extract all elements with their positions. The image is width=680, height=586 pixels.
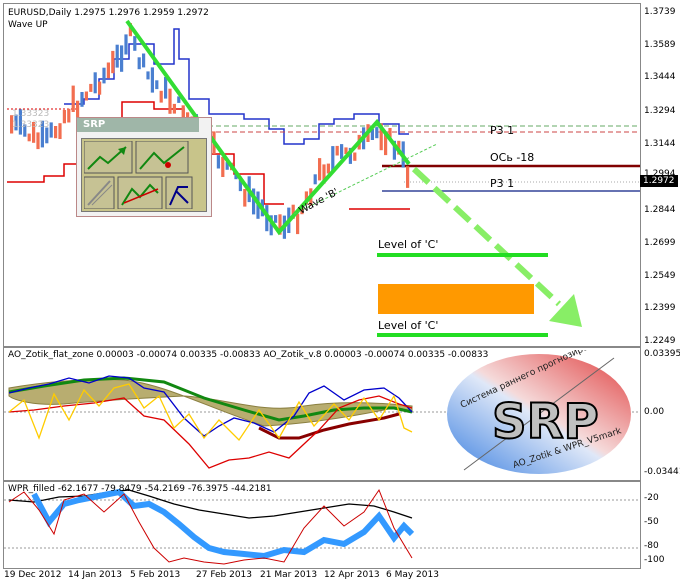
price-tick: 1.2844 <box>644 205 676 215</box>
candle <box>375 127 379 139</box>
wpr-tick: -20 <box>644 493 659 503</box>
candle <box>318 158 322 181</box>
candle <box>71 85 75 112</box>
candle <box>340 144 344 159</box>
axis-label: ОСь -18 <box>490 151 534 164</box>
tool-trend-dot-button[interactable] <box>135 141 189 174</box>
tool-flat-line-button[interactable] <box>84 176 115 209</box>
wpr-pane[interactable]: WPR_filled -62.1677 -79.8479 -54.2169 -7… <box>3 481 641 569</box>
candle <box>150 67 154 93</box>
level-c-label-2: Level of 'C' <box>378 319 438 332</box>
candle <box>146 71 150 80</box>
price-pane[interactable]: Wave 'B' Level of 'C' Level of 'C' P3 1 … <box>3 3 641 347</box>
oscillator-axis: 0.03395 0.00 -0.03441 <box>640 347 680 479</box>
price-tick: 1.2399 <box>644 303 676 313</box>
candle <box>133 36 137 51</box>
candle <box>102 67 106 84</box>
price-axis: 1.3739 1.3589 1.3444 1.3294 1.3144 1.299… <box>640 3 680 346</box>
candle <box>62 110 66 124</box>
candle <box>142 53 146 68</box>
candle <box>115 44 119 68</box>
current-price-tag: 1.2972 <box>640 175 678 187</box>
candle <box>54 126 58 139</box>
faint-price-label-2: 1.33323 <box>12 120 49 130</box>
srp-panel[interactable]: SRP <box>76 117 212 217</box>
candle <box>98 81 102 95</box>
faint-price-label: 1.33323 <box>12 109 49 119</box>
date-tick: 12 Apr 2013 <box>324 570 380 580</box>
srp-panel-title[interactable]: SRP <box>77 118 199 132</box>
candle <box>137 57 141 70</box>
wpr-tick: -50 <box>644 517 659 527</box>
candle <box>168 88 172 114</box>
forecast-arrow-line <box>411 166 562 307</box>
candle <box>216 155 220 169</box>
chart-window: Wave 'B' Level of 'C' Level of 'C' P3 1 … <box>0 0 680 586</box>
price-tick: 1.2699 <box>644 238 676 248</box>
srp-logo: Система раннего прогнозирования SRP AO_Z… <box>447 350 631 474</box>
wpr-tick: -100 <box>644 555 665 565</box>
candle <box>49 122 53 138</box>
candle <box>326 163 330 174</box>
date-tick: 6 May 2013 <box>386 570 439 580</box>
indicator-name: Wave UP <box>8 20 48 30</box>
candle <box>124 34 128 55</box>
srp-tool-buttons <box>84 141 193 209</box>
candle <box>353 152 357 161</box>
candle <box>76 100 80 118</box>
price-tick: 1.3294 <box>644 106 676 116</box>
price-tick: 1.3589 <box>644 40 676 50</box>
candle <box>274 215 278 223</box>
price-tick: 1.2249 <box>644 336 676 346</box>
candle <box>159 90 163 103</box>
tool-trend-up-button[interactable] <box>84 141 133 174</box>
price-tick: 1.3444 <box>644 72 676 82</box>
candle <box>406 166 410 188</box>
candle <box>58 123 62 139</box>
oscillator-pane[interactable]: AO_Zotik_flat_zone 0.00003 -0.00074 0.00… <box>3 347 641 481</box>
oscillator-title: AO_Zotik_flat_zone 0.00003 -0.00074 0.00… <box>8 350 489 360</box>
wpr-tick: -80 <box>644 541 659 551</box>
wpr-title: WPR_filled -62.1677 -79.8479 -54.2169 -7… <box>8 484 272 494</box>
osc-tick: -0.03441 <box>644 467 680 477</box>
price-tick: 1.3739 <box>644 7 676 17</box>
date-tick: 19 Dec 2012 <box>4 570 62 580</box>
p3-top-label: P3 1 <box>490 124 514 137</box>
candle <box>89 83 93 92</box>
candle <box>243 189 247 207</box>
candle <box>313 174 317 185</box>
candle <box>296 213 300 235</box>
candle <box>80 92 84 107</box>
candle <box>27 133 31 142</box>
symbol-line: EURUSD,Daily 1.2975 1.2976 1.2959 1.2972 <box>8 8 209 18</box>
candle <box>93 72 97 94</box>
price-tick: 1.2549 <box>644 271 676 281</box>
candle <box>155 80 159 90</box>
date-tick: 14 Jan 2013 <box>68 570 122 580</box>
candle <box>120 45 124 72</box>
date-tick: 5 Feb 2013 <box>130 570 181 580</box>
wpr-blue-fill-line <box>31 488 415 560</box>
p3-bottom-label: P3 1 <box>490 177 514 190</box>
candle <box>36 132 40 150</box>
forecast-arrow-head <box>549 294 582 327</box>
candle <box>84 91 88 101</box>
osc-tick: 0.00 <box>644 407 665 417</box>
level-c-label-1: Level of 'C' <box>378 238 438 251</box>
candle <box>172 103 176 114</box>
tool-arrow-button[interactable] <box>165 176 193 209</box>
candle <box>67 108 71 123</box>
candle <box>164 77 168 99</box>
candle <box>106 62 110 79</box>
price-tick: 1.3144 <box>644 139 676 149</box>
date-tick: 27 Feb 2013 <box>196 570 253 580</box>
osc-tick: 0.03395 <box>644 349 680 359</box>
level-c-zone <box>378 284 534 314</box>
candle <box>335 145 339 156</box>
candle <box>221 156 225 177</box>
date-tick: 21 Mar 2013 <box>260 570 318 580</box>
candle <box>111 50 115 74</box>
tool-wave-button[interactable] <box>117 176 163 209</box>
wpr-axis: -20 -50 -80 -100 <box>640 481 680 567</box>
